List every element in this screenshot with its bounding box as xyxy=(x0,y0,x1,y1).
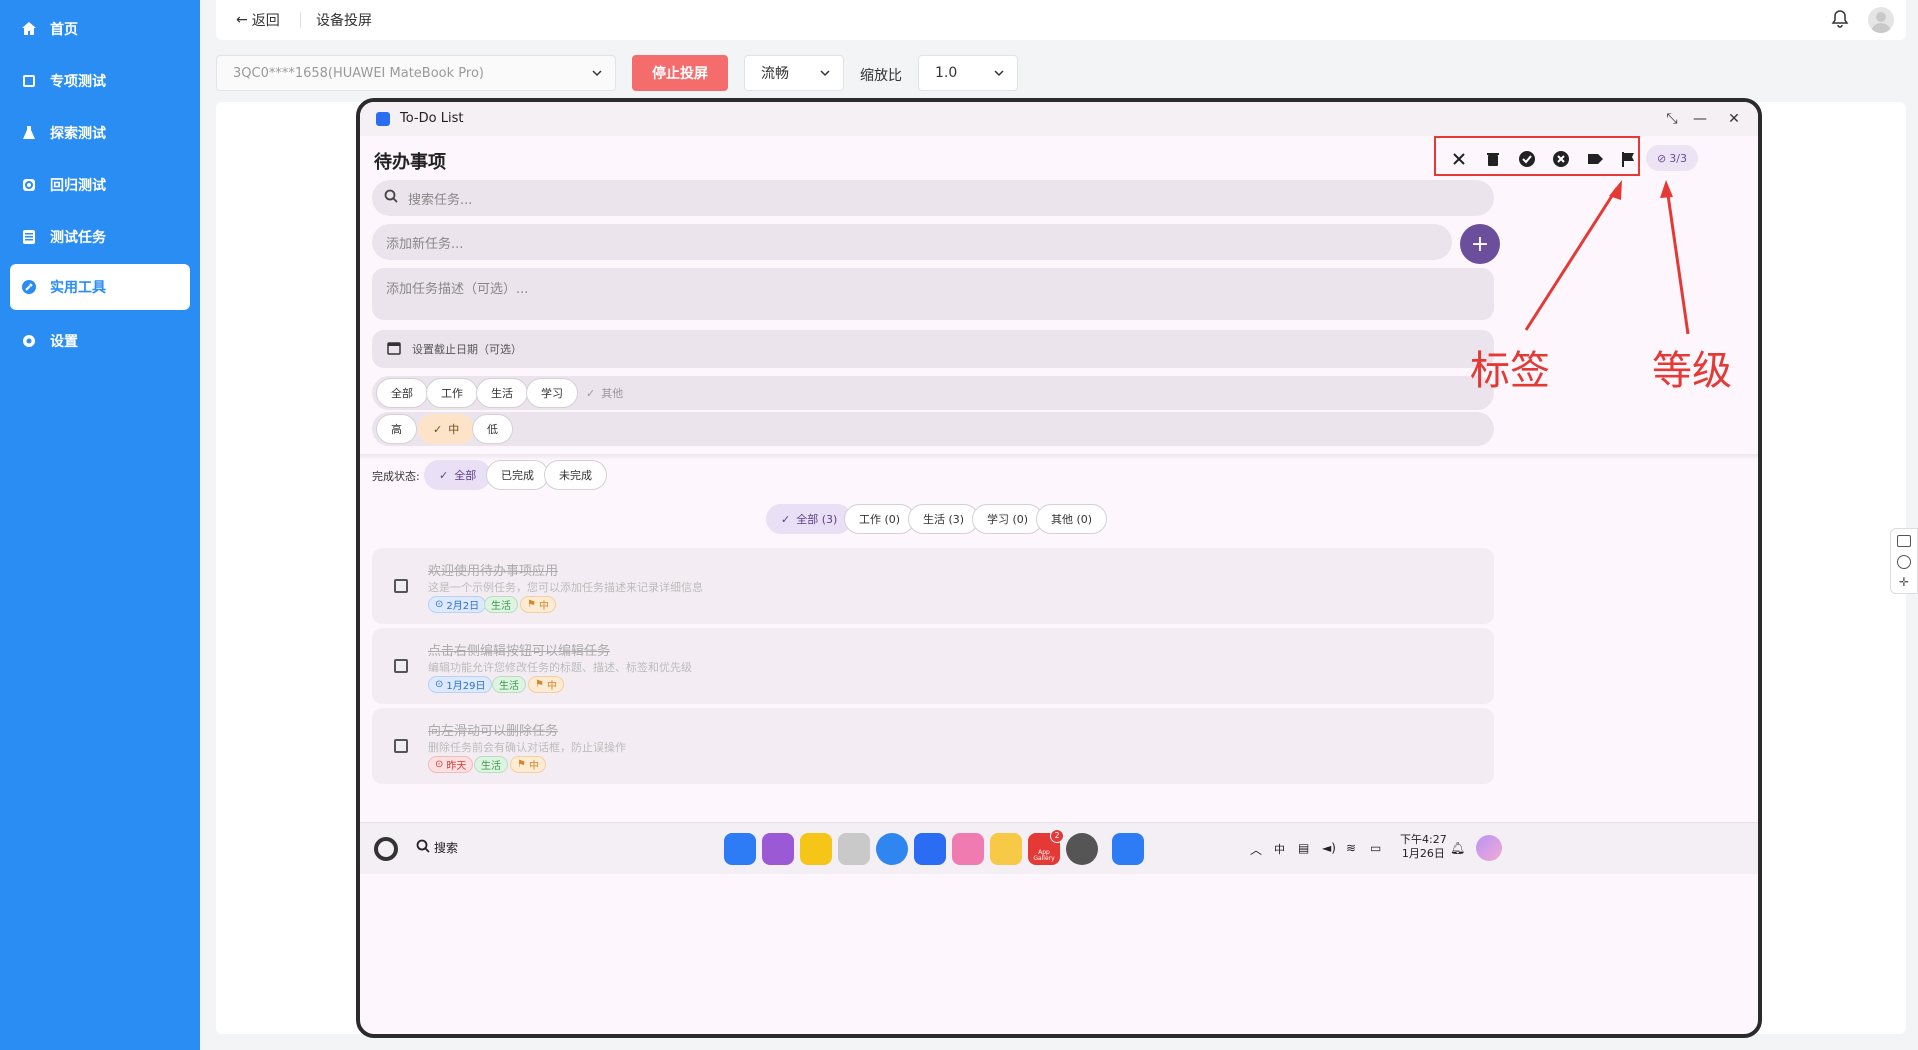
annotation-tag-label: 标签 xyxy=(1470,348,1550,394)
annotation-level-label: 等级 xyxy=(1652,348,1732,394)
annotation-arrows xyxy=(1524,180,1690,335)
